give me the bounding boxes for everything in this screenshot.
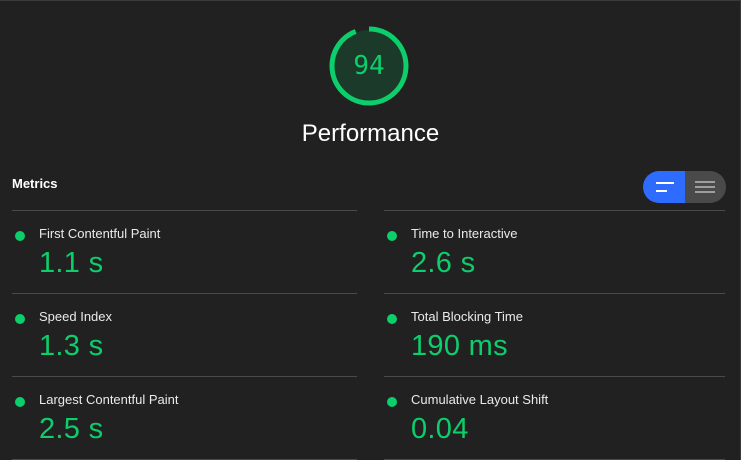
metric-value: 1.3 s: [39, 330, 104, 362]
metric-label: Cumulative Layout Shift: [411, 392, 549, 407]
metric-largest-contentful-paint: Largest Contentful Paint 2.5 s: [12, 377, 352, 460]
compact-view-button[interactable]: [643, 171, 685, 203]
pass-status-icon: [15, 314, 25, 324]
score-value: 94: [353, 51, 385, 81]
pass-status-icon: [387, 397, 397, 407]
metric-value: 190 ms: [411, 330, 508, 362]
metrics-header: Metrics: [12, 176, 58, 191]
metric-time-to-interactive: Time to Interactive 2.6 s: [384, 211, 724, 294]
metric-value: 1.1 s: [39, 247, 104, 279]
metric-value: 2.5 s: [39, 413, 104, 445]
metric-label: Largest Contentful Paint: [39, 392, 179, 407]
metric-speed-index: Speed Index 1.3 s: [12, 294, 352, 377]
pass-status-icon: [387, 314, 397, 324]
metric-label: First Contentful Paint: [39, 226, 161, 241]
metric-value: 2.6 s: [411, 247, 476, 279]
metric-value: 0.04: [411, 413, 469, 445]
expanded-view-icon: [695, 181, 715, 193]
metrics-view-toggle[interactable]: [643, 171, 726, 203]
performance-report: 94 Performance Metrics First Contentful: [0, 0, 741, 460]
expanded-view-button[interactable]: [685, 171, 726, 203]
score-title: Performance: [301, 120, 440, 147]
performance-score-gauge: 94: [328, 25, 410, 107]
pass-status-icon: [387, 231, 397, 241]
metric-total-blocking-time: Total Blocking Time 190 ms: [384, 294, 724, 377]
metric-label: Speed Index: [39, 309, 113, 324]
metric-first-contentful-paint: First Contentful Paint 1.1 s: [12, 211, 352, 294]
pass-status-icon: [15, 397, 25, 407]
pass-status-icon: [15, 231, 25, 241]
metric-label: Total Blocking Time: [411, 309, 523, 324]
metric-cumulative-layout-shift: Cumulative Layout Shift 0.04: [384, 377, 724, 460]
metric-label: Time to Interactive: [411, 226, 518, 241]
compact-view-icon: [656, 182, 674, 192]
